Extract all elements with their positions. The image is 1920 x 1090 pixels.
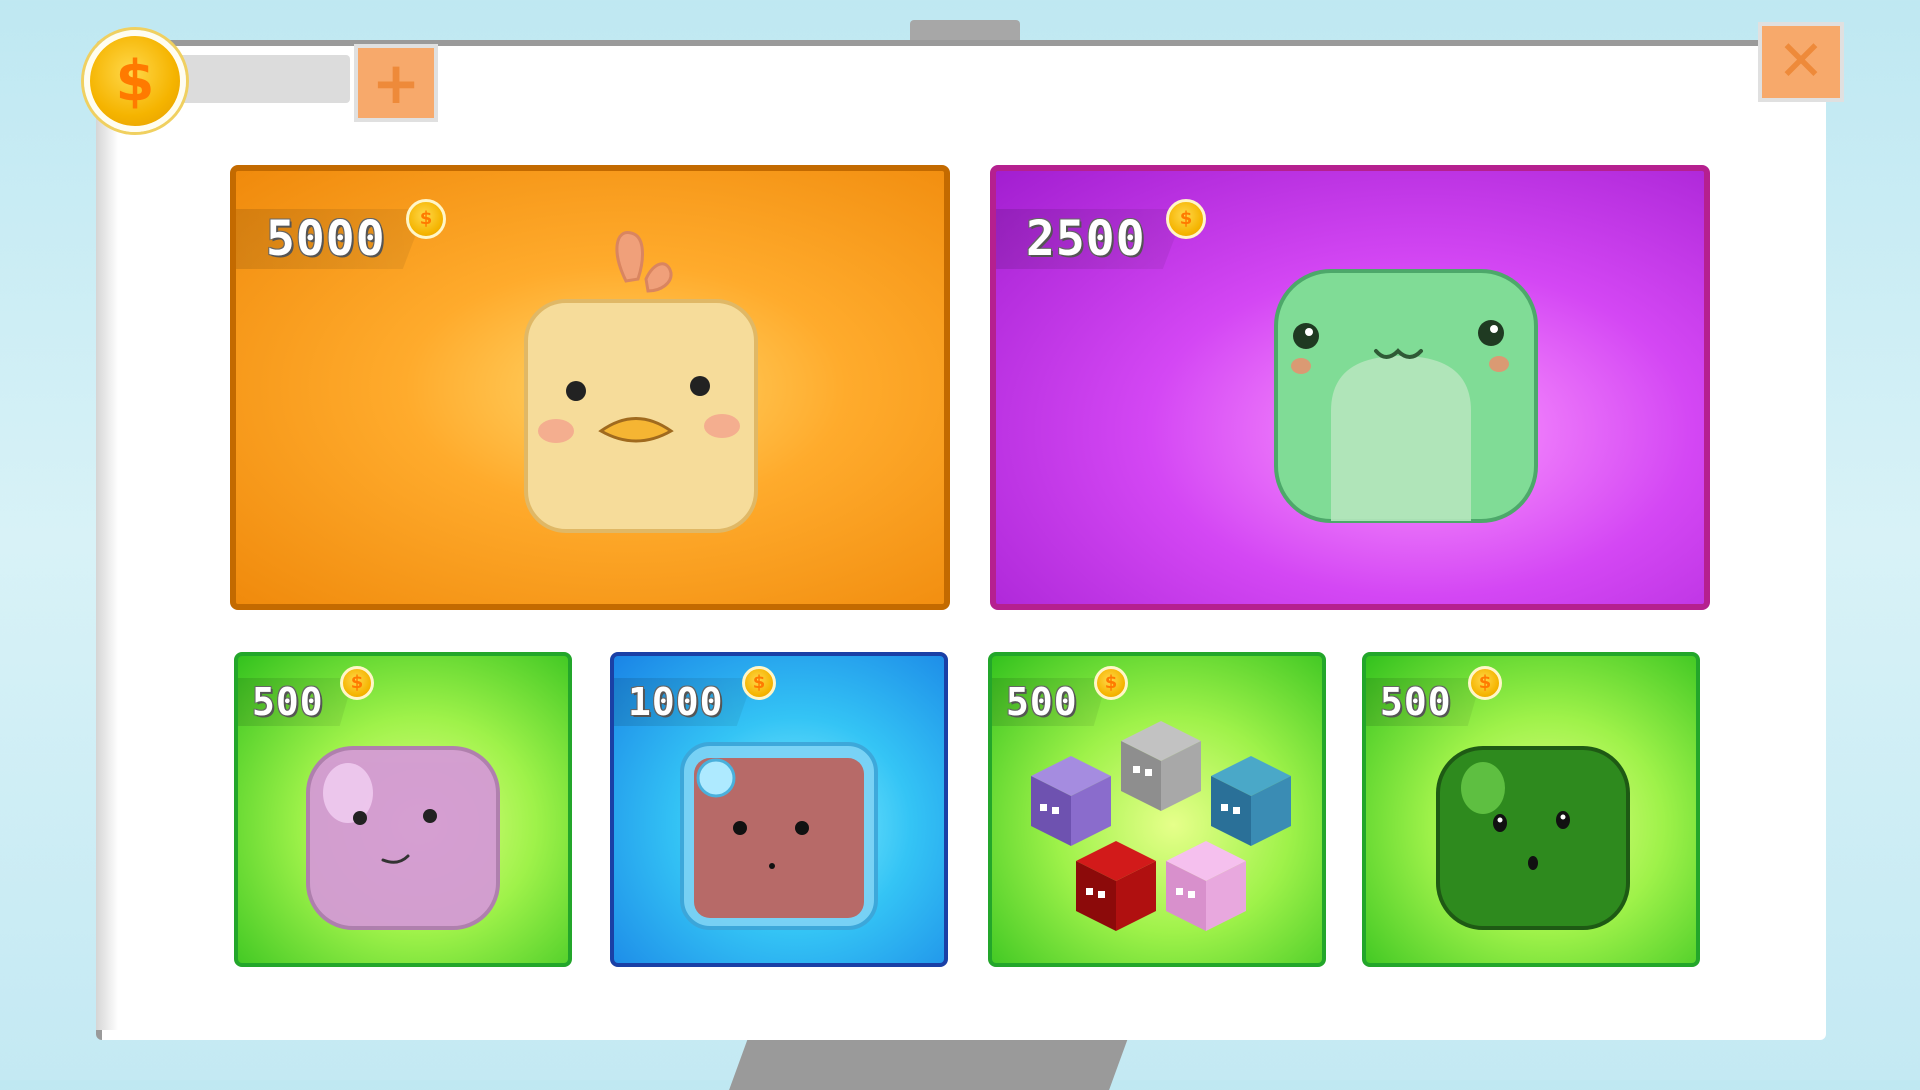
red-block-bubble-icon [680, 742, 878, 930]
shop-item-pink-jelly[interactable]: 500 $ [234, 652, 572, 967]
dollar-coin-icon: $ [84, 30, 186, 132]
plus-icon: + [371, 49, 421, 117]
blue-cube-icon [1211, 756, 1291, 846]
red-cube-icon [1076, 841, 1156, 931]
price-label: 500 [252, 680, 324, 724]
price-label: 1000 [628, 680, 724, 724]
green-frog-icon [1274, 269, 1538, 523]
price-label: 2500 [1026, 211, 1146, 267]
coin-glyph: $ [115, 48, 155, 114]
pink-jelly-icon [306, 746, 500, 930]
shop-item-chick[interactable]: 5000 $ [230, 165, 950, 610]
add-coins-button[interactable]: + [354, 44, 438, 122]
price-tag: 2500 [996, 209, 1186, 269]
shop-item-frog[interactable]: 2500 $ [990, 165, 1710, 610]
coin-icon: $ [742, 666, 776, 700]
price-label: 5000 [266, 211, 386, 267]
panel-shade [96, 80, 118, 1030]
price-tag: 5000 [236, 209, 426, 269]
coin-icon: $ [1166, 199, 1206, 239]
pink-cube-icon [1166, 841, 1246, 931]
green-jelly-icon [1436, 746, 1630, 930]
price-tag: 500 [1366, 678, 1482, 726]
coin-icon: $ [340, 666, 374, 700]
purple-cube-icon [1031, 756, 1111, 846]
gray-cube-icon [1121, 721, 1201, 811]
shop-item-red-block[interactable]: 1000 $ [610, 652, 948, 967]
shop-item-green-jelly[interactable]: 500 $ [1362, 652, 1700, 967]
coin-icon: $ [406, 199, 446, 239]
coin-balance [200, 62, 350, 96]
shop-item-cube-pack[interactable]: 500 $ [988, 652, 1326, 967]
cube-pack-icon [1031, 721, 1291, 931]
price-tag: 1000 [614, 678, 754, 726]
chick-icon [524, 231, 758, 533]
coin-icon: $ [1094, 666, 1128, 700]
coin-icon: $ [1468, 666, 1502, 700]
close-button[interactable]: ✕ [1758, 22, 1844, 102]
price-tag: 500 [238, 678, 354, 726]
price-label: 500 [1380, 680, 1452, 724]
close-icon: ✕ [1777, 29, 1825, 94]
